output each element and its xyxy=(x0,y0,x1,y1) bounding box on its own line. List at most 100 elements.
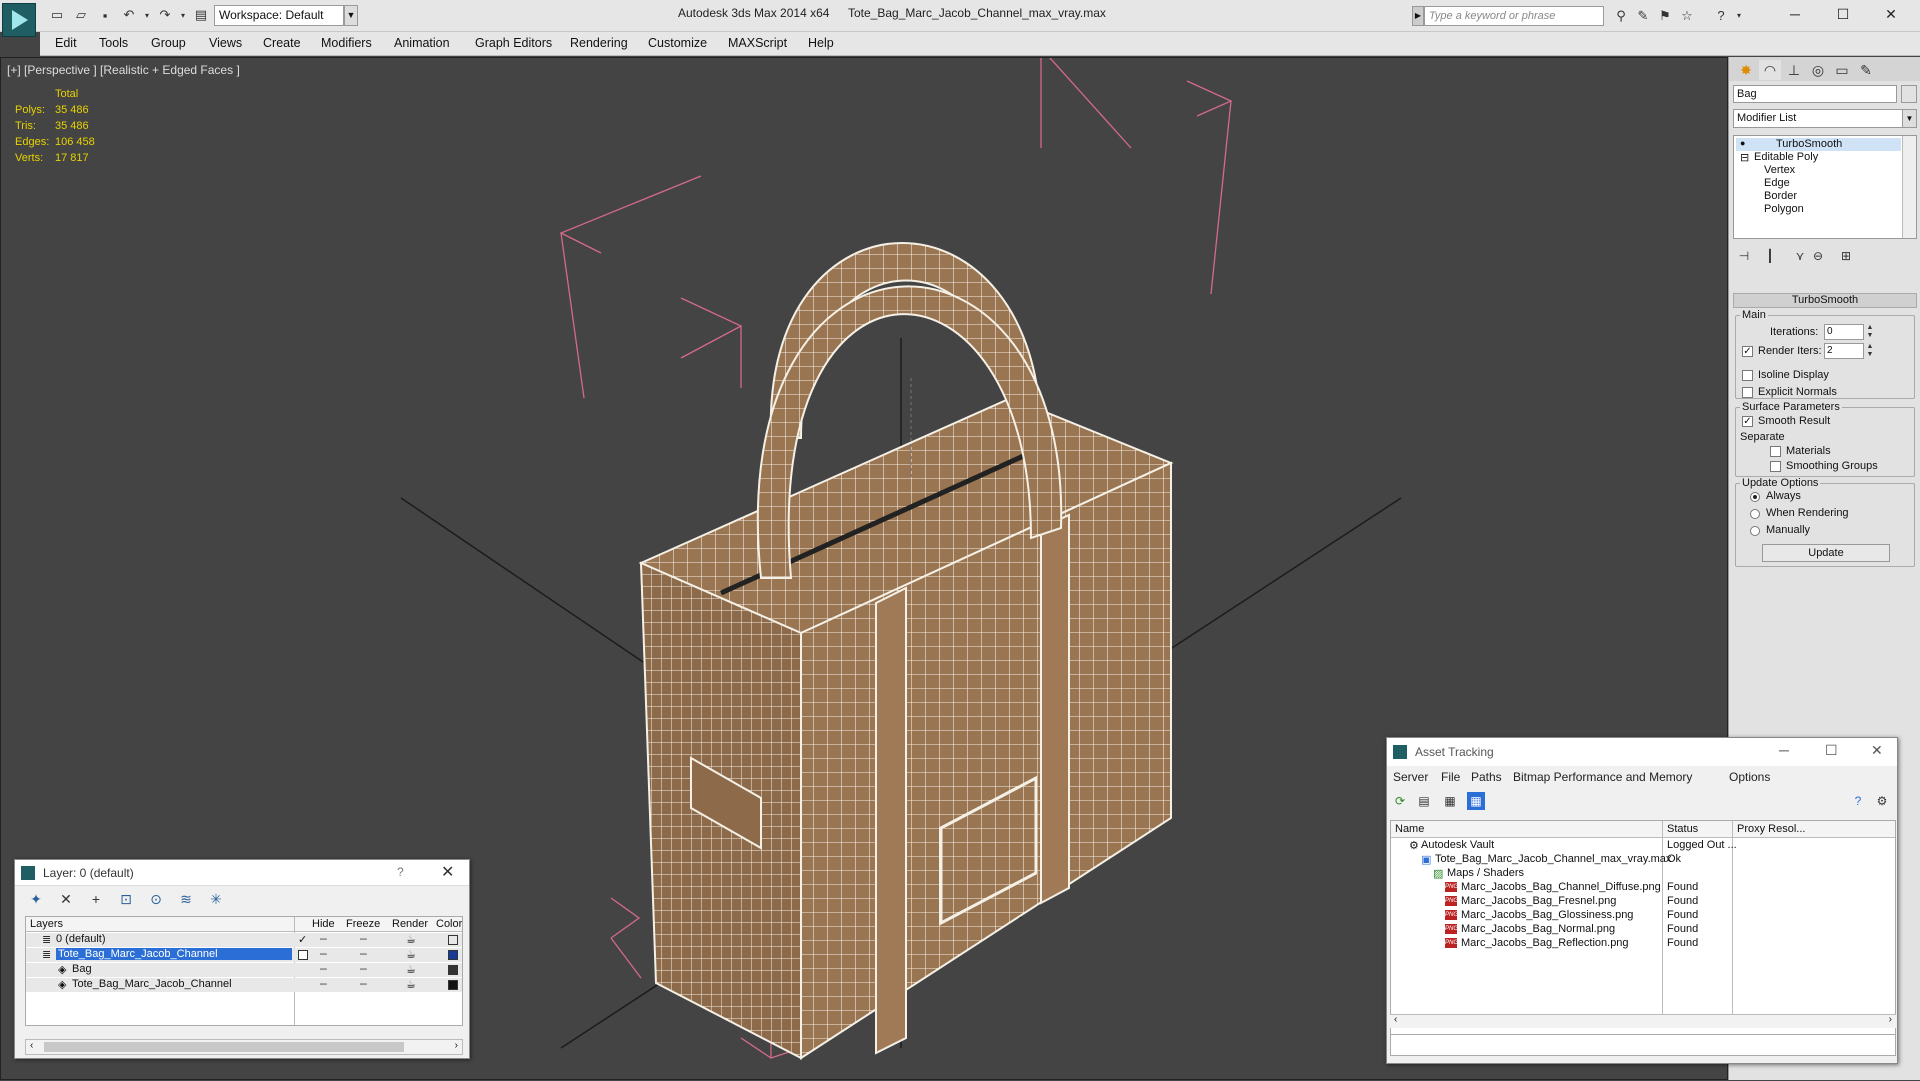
expand-minus-icon[interactable]: ⊟ xyxy=(1740,151,1749,164)
asset-row[interactable]: PNG Marc_Jacobs_Bag_Normal.png Found xyxy=(1391,923,1895,937)
asset-row[interactable]: ▣ Tote_Bag_Marc_Jacob_Channel_max_vray.m… xyxy=(1391,853,1895,867)
utilities-tab-icon[interactable]: ✎ xyxy=(1855,60,1877,80)
layer-row[interactable]: ◈ Tote_Bag_Marc_Jacob_Channel ━ ━ ☕ xyxy=(26,978,462,992)
stack-scrollbar[interactable] xyxy=(1902,136,1916,238)
render-teapot-icon[interactable]: ☕ xyxy=(406,933,416,946)
maximize-icon[interactable]: ☐ xyxy=(1826,2,1860,26)
always-radio[interactable] xyxy=(1750,492,1760,502)
render-iters-spinner[interactable]: 2 xyxy=(1824,343,1864,359)
undo-icon[interactable]: ↶ xyxy=(120,6,138,24)
layer-name[interactable]: Tote_Bag_Marc_Jacob_Channel xyxy=(56,948,292,960)
col-name[interactable]: Name xyxy=(1395,823,1424,835)
hide-toggle-icon[interactable]: ━ xyxy=(320,978,327,991)
smoothing-groups-checkbox[interactable] xyxy=(1770,461,1781,472)
maximize-icon[interactable]: ☐ xyxy=(1825,742,1838,759)
menu-maxscript[interactable]: MAXScript xyxy=(728,36,787,50)
search-input[interactable]: Type a keyword or phrase xyxy=(1424,6,1604,26)
redo-icon[interactable]: ↷ xyxy=(156,6,174,24)
help-icon[interactable]: ? xyxy=(397,865,404,879)
manually-radio[interactable] xyxy=(1750,526,1760,536)
hide-toggle-icon[interactable]: ━ xyxy=(320,948,327,961)
smooth-result-checkbox[interactable]: ✓ xyxy=(1742,416,1753,427)
create-tab-icon[interactable]: ✸ xyxy=(1735,60,1757,80)
freeze-toggle-icon[interactable]: ━ xyxy=(360,978,367,991)
show-end-result-icon[interactable]: ┃ xyxy=(1761,247,1779,265)
list-view-icon[interactable]: ▤ xyxy=(1415,792,1433,810)
viewport-label[interactable]: [+] [Perspective ] [Realistic + Edged Fa… xyxy=(7,63,240,77)
scroll-thumb[interactable] xyxy=(44,1042,404,1052)
modify-tab-icon[interactable]: ◠ xyxy=(1759,60,1781,80)
create-layer-icon[interactable]: ✦ xyxy=(27,890,45,908)
iterations-spinner[interactable]: 0 xyxy=(1824,324,1864,340)
asset-row[interactable]: PNG Marc_Jacobs_Bag_Reflection.png Found xyxy=(1391,937,1895,951)
menu-views[interactable]: Views xyxy=(209,36,242,50)
stack-item-turbosmooth[interactable]: TurboSmooth xyxy=(1776,138,1842,150)
layer-horizontal-scrollbar[interactable]: ‹ › xyxy=(25,1039,463,1055)
help-dropdown-icon[interactable]: ▾ xyxy=(1730,7,1748,25)
stack-item-editable-poly[interactable]: Editable Poly xyxy=(1754,151,1818,163)
freeze-toggle-icon[interactable]: ━ xyxy=(360,963,367,976)
workspace-dropdown[interactable]: Workspace: Default xyxy=(214,5,344,26)
asset-menu-server[interactable]: Server xyxy=(1393,770,1428,784)
minimize-icon[interactable]: ─ xyxy=(1778,2,1812,26)
asset-row[interactable]: PNG Marc_Jacobs_Bag_Fresnel.png Found xyxy=(1391,895,1895,909)
communication-icon[interactable]: ⚑ xyxy=(1656,7,1674,25)
freeze-all-icon[interactable]: ✳ xyxy=(207,890,225,908)
layer-row[interactable]: ≣ 0 (default) ✓ ━ ━ ☕ xyxy=(26,933,462,947)
col-status[interactable]: Status xyxy=(1667,823,1698,835)
layer-row[interactable]: ◈ Bag ━ ━ ☕ xyxy=(26,963,462,977)
asset-menu-options[interactable]: Options xyxy=(1729,770,1770,784)
remove-modifier-icon[interactable]: ⊖ xyxy=(1809,247,1827,265)
col-color[interactable]: Color xyxy=(436,918,462,930)
menu-modifiers[interactable]: Modifiers xyxy=(321,36,372,50)
tote-bag-model[interactable] xyxy=(638,242,1174,1060)
menu-edit[interactable]: Edit xyxy=(55,36,77,50)
minimize-icon[interactable]: ─ xyxy=(1779,742,1789,758)
lightbulb-icon[interactable]: ● xyxy=(1740,138,1745,148)
new-file-icon[interactable]: ▭ xyxy=(48,6,66,24)
project-folder-icon[interactable]: ▤ xyxy=(192,6,210,24)
layer-name[interactable]: Bag xyxy=(72,963,92,975)
modifier-list-dropdown[interactable]: Modifier List ▼ xyxy=(1733,109,1917,128)
col-hide[interactable]: Hide xyxy=(312,918,335,930)
undo-dropdown-icon[interactable]: ▾ xyxy=(138,6,156,24)
col-proxy-resolution[interactable]: Proxy Resol... xyxy=(1737,823,1805,835)
detail-view-icon[interactable]: ▦ xyxy=(1441,792,1459,810)
help-icon[interactable]: ? xyxy=(1849,792,1867,810)
hierarchy-tab-icon[interactable]: ⊥ xyxy=(1783,60,1805,80)
add-to-layer-icon[interactable]: + xyxy=(87,890,105,908)
menu-help[interactable]: Help xyxy=(808,36,834,50)
asset-row[interactable]: ▨ Maps / Shaders xyxy=(1391,867,1895,881)
layer-name[interactable]: 0 (default) xyxy=(56,933,106,945)
save-file-icon[interactable]: ▪ xyxy=(96,6,114,24)
render-teapot-icon[interactable]: ☕ xyxy=(406,948,416,961)
close-icon[interactable]: ✕ xyxy=(1874,2,1908,26)
freeze-toggle-icon[interactable]: ━ xyxy=(360,948,367,961)
scroll-left-icon[interactable]: ‹ xyxy=(1394,1014,1397,1025)
stack-item-vertex[interactable]: Vertex xyxy=(1764,164,1795,176)
layer-color-swatch[interactable] xyxy=(448,935,458,945)
favorites-star-icon[interactable]: ☆ xyxy=(1678,7,1696,25)
layer-color-swatch[interactable] xyxy=(448,980,458,990)
asset-menu-bitmap[interactable]: Bitmap Performance and Memory xyxy=(1513,770,1692,784)
scroll-right-icon[interactable]: › xyxy=(1889,1014,1892,1025)
app-menu-button[interactable] xyxy=(2,3,36,37)
when-rendering-radio[interactable] xyxy=(1750,509,1760,519)
close-icon[interactable]: ✕ xyxy=(1871,742,1883,759)
asset-row[interactable]: ⚙ Autodesk Vault Logged Out ... xyxy=(1391,839,1895,853)
col-render[interactable]: Render xyxy=(392,918,428,930)
layer-color-swatch[interactable] xyxy=(448,950,458,960)
object-color-swatch[interactable] xyxy=(1901,85,1917,103)
render-teapot-icon[interactable]: ☕ xyxy=(406,978,416,991)
menu-group[interactable]: Group xyxy=(151,36,186,50)
stack-item-polygon[interactable]: Polygon xyxy=(1764,203,1804,215)
hide-all-icon[interactable]: ≋ xyxy=(177,890,195,908)
active-layer-checkmark-icon[interactable]: ✓ xyxy=(298,933,307,946)
search-expand-icon[interactable]: ▶ xyxy=(1412,6,1424,26)
asset-row[interactable]: PNG Marc_Jacobs_Bag_Glossiness.png Found xyxy=(1391,909,1895,923)
isoline-display-checkbox[interactable] xyxy=(1742,370,1753,381)
hide-toggle-icon[interactable]: ━ xyxy=(320,963,327,976)
table-view-icon[interactable]: ▦ xyxy=(1467,792,1485,810)
menu-animation[interactable]: Animation xyxy=(394,36,450,50)
make-unique-icon[interactable]: ⋎ xyxy=(1791,247,1809,265)
